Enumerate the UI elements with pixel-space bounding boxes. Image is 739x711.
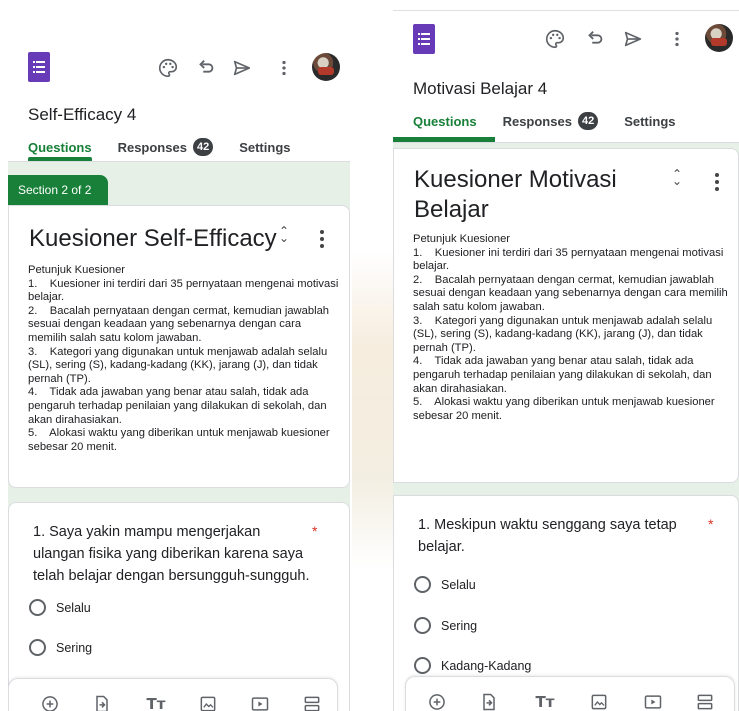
section-more-icon[interactable] — [317, 230, 327, 248]
google-forms-logo[interactable] — [413, 24, 435, 54]
editor-tabs: Questions Responses 42 Settings — [413, 112, 702, 130]
tab-settings[interactable]: Settings — [239, 140, 290, 155]
question-title[interactable]: 1. Meskipun waktu senggang saya tetap be… — [418, 514, 688, 558]
option-label: Kadang-Kadang — [441, 658, 532, 673]
add-section-icon[interactable] — [301, 693, 323, 711]
option-item[interactable]: Selalu — [414, 576, 476, 593]
option-item[interactable]: Selalu — [29, 599, 91, 616]
add-image-icon[interactable] — [588, 691, 610, 711]
form-title[interactable]: Self-Efficacy 4 — [28, 105, 136, 125]
radio-button[interactable] — [29, 639, 46, 656]
import-questions-icon[interactable] — [91, 693, 113, 711]
left-form-editor: Self-Efficacy 4 Questions Responses 42 Se… — [8, 0, 350, 711]
section-header-card[interactable]: Kuesioner Motivasi Belajar ⌃ ⌄ Petunjuk K… — [393, 148, 739, 483]
import-questions-icon[interactable] — [478, 691, 500, 711]
section-header-card[interactable]: Kuesioner Self-Efficacy ⌃ ⌄ Petunjuk Kues… — [8, 205, 350, 488]
option-item[interactable]: Sering — [29, 639, 92, 656]
editor-tabs: Questions Responses 42 Settings — [28, 138, 317, 156]
more-vert-icon[interactable] — [665, 27, 689, 51]
bottom-action-bar: Tт — [8, 678, 338, 711]
section-label-chip: Section 2 of 2 — [8, 175, 108, 205]
tab-label: Settings — [624, 113, 676, 129]
add-image-icon[interactable] — [197, 693, 219, 711]
collapse-section-icon[interactable]: ⌃ ⌄ — [668, 168, 686, 189]
palette-icon[interactable] — [543, 27, 567, 51]
add-video-icon[interactable] — [249, 693, 271, 711]
option-label: Sering — [56, 640, 93, 655]
account-avatar[interactable] — [705, 24, 733, 52]
tab-settings[interactable]: Settings — [624, 114, 675, 129]
add-question-icon[interactable] — [39, 693, 61, 711]
option-item[interactable]: Sering — [414, 617, 477, 634]
tab-label: Settings — [239, 139, 291, 155]
option-item[interactable]: Kadang-Kadang — [414, 657, 531, 674]
required-asterisk: * — [708, 516, 714, 532]
google-forms-logo[interactable] — [28, 52, 50, 82]
section-title[interactable]: Kuesioner Motivasi Belajar — [414, 165, 644, 225]
undo-icon[interactable] — [583, 27, 607, 51]
add-section-icon[interactable] — [694, 691, 716, 711]
add-title-icon[interactable]: Tт — [145, 693, 167, 711]
more-vert-icon[interactable] — [272, 56, 296, 80]
required-asterisk: * — [312, 523, 318, 539]
palette-icon[interactable] — [156, 56, 180, 80]
add-title-icon[interactable]: Tт — [534, 691, 556, 711]
right-form-editor: Motivasi Belajar 4 Questions Responses 42… — [393, 0, 739, 711]
tab-questions[interactable]: Questions — [28, 140, 92, 155]
app-toolbar — [8, 0, 350, 82]
section-title[interactable]: Kuesioner Self-Efficacy — [29, 224, 277, 254]
radio-button[interactable] — [414, 617, 431, 634]
collapse-section-icon[interactable]: ⌃ ⌄ — [275, 225, 293, 246]
tab-responses[interactable]: Responses 42 — [503, 112, 599, 130]
tab-label: Responses — [502, 113, 572, 129]
option-label: Sering — [441, 618, 478, 633]
tab-questions[interactable]: Questions — [413, 114, 477, 129]
radio-button[interactable] — [29, 599, 46, 616]
section-description[interactable]: Petunjuk Kuesioner 1. Kuesioner ini terd… — [413, 233, 733, 423]
option-label: Selalu — [441, 577, 476, 592]
form-title[interactable]: Motivasi Belajar 4 — [413, 79, 547, 99]
radio-button[interactable] — [414, 576, 431, 593]
send-icon[interactable] — [621, 27, 645, 51]
undo-icon[interactable] — [194, 56, 218, 80]
section-description[interactable]: Petunjuk Kuesioner 1. Kuesioner ini terd… — [28, 264, 340, 454]
option-label: Selalu — [56, 600, 91, 615]
tab-label: Responses — [117, 139, 187, 155]
tab-label: Questions — [413, 113, 477, 129]
top-divider — [393, 10, 739, 11]
add-question-icon[interactable] — [426, 691, 448, 711]
question-title[interactable]: 1. Saya yakin mampu mengerjakan ulangan … — [33, 521, 315, 587]
responses-count-badge: 42 — [192, 138, 214, 156]
tab-label: Questions — [28, 139, 92, 155]
section-more-icon[interactable] — [712, 173, 722, 191]
app-toolbar — [393, 0, 739, 62]
account-avatar[interactable] — [312, 53, 340, 81]
tab-responses[interactable]: Responses 42 — [118, 138, 214, 156]
bottom-action-bar: Tт — [405, 676, 735, 711]
radio-button[interactable] — [414, 657, 431, 674]
send-icon[interactable] — [230, 56, 254, 80]
responses-count-badge: 42 — [577, 112, 599, 130]
background-watermark — [352, 250, 394, 570]
add-video-icon[interactable] — [642, 691, 664, 711]
